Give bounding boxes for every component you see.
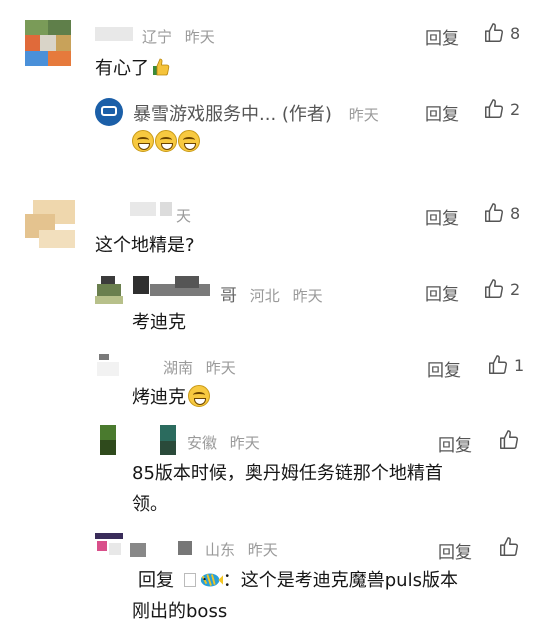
avatar[interactable] xyxy=(25,200,75,250)
username-redacted xyxy=(95,27,133,41)
like-count: 1 xyxy=(514,355,525,375)
like-button[interactable]: 2 xyxy=(483,278,520,300)
thumbs-up-icon xyxy=(500,430,518,449)
timestamp: 昨天 xyxy=(292,287,323,305)
like-button[interactable]: 2 xyxy=(483,98,520,120)
grin-emoji xyxy=(155,130,177,152)
reply-meta: 安徽 昨天 xyxy=(187,432,260,453)
location: 湖南 xyxy=(163,359,194,377)
fish-emoji xyxy=(200,573,223,587)
username-redacted xyxy=(160,441,176,455)
avatar[interactable] xyxy=(100,425,116,455)
like-count: 8 xyxy=(510,23,521,43)
reply-meta: 山东 昨天 xyxy=(205,539,278,560)
avatar[interactable] xyxy=(95,533,123,561)
author-avatar[interactable] xyxy=(95,98,123,126)
timestamp: 昨天 xyxy=(247,541,278,559)
timestamp: 天 xyxy=(176,207,192,225)
grin-emoji xyxy=(188,385,210,407)
reply-text: 烤迪克 xyxy=(132,383,211,413)
like-count: 8 xyxy=(510,203,521,223)
location: 安徽 xyxy=(187,434,218,452)
like-button[interactable]: 8 xyxy=(483,22,520,44)
avatar[interactable] xyxy=(95,276,123,304)
thumbs-up-icon xyxy=(485,279,503,298)
location: 河北 xyxy=(249,287,280,305)
grin-emoji xyxy=(178,130,200,152)
like-button[interactable] xyxy=(498,429,525,451)
comment-text: 这个地精是? xyxy=(95,235,195,256)
author-name: 暴雪游戏服务中... (作者) xyxy=(133,104,332,125)
reply-button[interactable]: 回复 xyxy=(425,204,459,229)
avatar[interactable] xyxy=(25,20,71,66)
comment-meta: 天 xyxy=(176,205,191,226)
thumbs-up-emoji xyxy=(153,58,170,76)
reply-emojis xyxy=(132,128,201,158)
like-button[interactable]: 1 xyxy=(487,354,524,376)
like-button[interactable]: 8 xyxy=(483,202,520,224)
reply-meta: 哥 河北 昨天 xyxy=(220,281,323,306)
reply-text-line: 85版本时候，奥丹姆任务链那个地精首 xyxy=(132,463,443,484)
timestamp: 昨天 xyxy=(205,359,236,377)
reply-button[interactable]: 回复 xyxy=(438,538,472,563)
reply-meta: 暴雪游戏服务中... (作者) 昨天 xyxy=(133,100,379,126)
username: 哥 xyxy=(220,286,237,306)
reply-button[interactable]: 回复 xyxy=(427,356,461,381)
timestamp: 昨天 xyxy=(229,434,260,452)
username-redacted xyxy=(130,543,146,557)
location: 山东 xyxy=(205,541,236,559)
like-count: 2 xyxy=(510,99,521,119)
reply-text: 考迪克 xyxy=(132,312,186,333)
reply-button[interactable]: 回复 xyxy=(425,24,459,49)
username-redacted xyxy=(130,202,156,216)
reply-prefix: 回复 xyxy=(138,570,174,591)
reply-text-body: 烤迪克 xyxy=(132,387,186,408)
reply-text-line: 刚出的boss xyxy=(132,601,228,622)
reply-text-body: ：这个是考迪克魔兽puls版本 xyxy=(222,570,458,591)
reply-button[interactable]: 回复 xyxy=(425,100,459,125)
thumbs-up-icon xyxy=(485,23,503,42)
reply-meta: 湖南 昨天 xyxy=(163,357,236,378)
comment-text-body: 有心了 xyxy=(95,58,149,79)
avatar[interactable] xyxy=(95,352,123,380)
grin-emoji xyxy=(132,130,154,152)
timestamp: 昨天 xyxy=(184,28,215,46)
target-avatar-placeholder xyxy=(183,573,196,587)
like-button[interactable] xyxy=(498,536,525,558)
reply-button[interactable]: 回复 xyxy=(425,280,459,305)
comment-meta: 辽宁 昨天 xyxy=(142,26,215,47)
username-redacted xyxy=(175,276,199,288)
username-redacted xyxy=(133,276,149,294)
reply-text-line: 领。 xyxy=(132,494,168,515)
thumbs-up-icon xyxy=(500,537,518,556)
timestamp: 昨天 xyxy=(348,106,379,124)
username: 辽宁 xyxy=(142,28,173,46)
thumbs-up-icon xyxy=(489,355,507,374)
username-redacted xyxy=(160,202,172,216)
like-count: 2 xyxy=(510,279,521,299)
comment-text: 有心了 xyxy=(95,54,171,84)
reply-button[interactable]: 回复 xyxy=(438,431,472,456)
reply-text-line: 回复 ：这个是考迪克魔兽puls版本 xyxy=(138,566,458,596)
thumbs-up-icon xyxy=(485,203,503,222)
username-redacted xyxy=(178,541,192,555)
thumbs-up-icon xyxy=(485,99,503,118)
